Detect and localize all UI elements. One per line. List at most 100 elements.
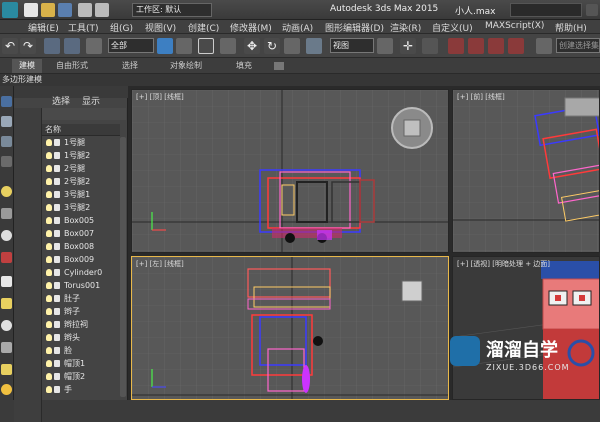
menu-customize[interactable]: 自定义(U) [432,21,473,34]
helper-tool-icon[interactable] [1,230,12,241]
menu-animation[interactable]: 动画(A) [282,21,313,34]
object-visibility-icon[interactable] [54,360,60,367]
link-icon[interactable] [44,38,60,54]
sun-tool-icon[interactable] [1,384,12,395]
cone-tool-icon[interactable] [1,364,12,375]
light-bulb-icon[interactable] [46,165,52,172]
window-crossing-icon[interactable] [220,38,236,54]
undo-icon[interactable] [78,3,92,17]
light-bulb-icon[interactable] [46,386,52,393]
light-bulb-icon[interactable] [46,204,52,211]
undo-arrow-icon[interactable]: ↶ [2,38,18,54]
light-bulb-icon[interactable] [46,347,52,354]
light-bulb-icon[interactable] [46,321,52,328]
menu-group[interactable]: 组(G) [110,21,133,34]
reference-coordinate-select[interactable]: 视图 [330,38,374,53]
ribbon-tab-populate[interactable]: 填充 [236,59,252,73]
object-visibility-icon[interactable] [54,347,60,354]
rotate-icon[interactable]: ↻ [264,38,280,54]
named-selection-set-select[interactable]: 创建选择集 [556,38,600,53]
window-control-icon[interactable] [586,4,598,16]
move-icon[interactable]: ✥ [244,38,260,54]
list-item[interactable]: 3号腿2 [42,202,122,214]
list-item[interactable]: 1号腿2 [42,150,122,162]
light-bulb-icon[interactable] [46,269,52,276]
menu-rendering[interactable]: 渲染(R) [390,21,421,34]
shape-tool-icon[interactable] [1,252,12,263]
bind-spacewarp-icon[interactable] [86,38,102,54]
menu-edit[interactable]: 编辑(E) [28,21,59,34]
light-bulb-icon[interactable] [46,152,52,159]
keyboard-shortcut-icon[interactable] [422,38,438,54]
list-item[interactable]: 3号腿1 [42,189,122,201]
menu-tools[interactable]: 工具(T) [68,21,99,34]
list-item[interactable]: 2号腿 [42,163,122,175]
hierarchy-tool-icon[interactable] [1,156,12,167]
viewport-front[interactable]: [+] [前] [线框] [452,89,600,253]
rectangle-selection-icon[interactable] [198,38,214,54]
viewport-top-label[interactable]: [+] [顶] [线框] [136,92,184,102]
edit-named-selection-icon[interactable] [536,38,552,54]
spinner-snap-icon[interactable] [508,38,524,54]
selection-filter-select[interactable]: 全部 [108,38,154,53]
list-item[interactable]: Cylinder0 [42,267,122,279]
snap-toggle-icon[interactable] [448,38,464,54]
light-bulb-icon[interactable] [46,334,52,341]
list-item[interactable]: Torus001 [42,280,122,292]
viewport-left[interactable]: [+] [左] [线框] [131,256,449,400]
object-visibility-icon[interactable] [54,230,60,237]
light-bulb-icon[interactable] [46,295,52,302]
light-bulb-icon[interactable] [46,217,52,224]
light-bulb-icon[interactable] [46,373,52,380]
sphere-tool-icon[interactable] [1,320,12,331]
object-visibility-icon[interactable] [54,386,60,393]
object-visibility-icon[interactable] [54,321,60,328]
list-item[interactable]: 辫头 [42,332,122,344]
select-by-name-icon[interactable] [176,38,192,54]
object-visibility-icon[interactable] [54,373,60,380]
geometry-tool-icon[interactable] [1,276,12,287]
viewport-top[interactable]: [+] [顶] [线框] [131,89,449,253]
object-visibility-icon[interactable] [54,191,60,198]
light-bulb-icon[interactable] [46,243,52,250]
menu-graph-editors[interactable]: 图形编辑器(D) [325,21,384,34]
menu-modifiers[interactable]: 修改器(M) [230,21,272,34]
light-bulb-icon[interactable] [46,308,52,315]
bone-tool-icon[interactable] [1,342,12,353]
object-visibility-icon[interactable] [54,217,60,224]
workspace-select[interactable]: 工作区: 默认 [132,3,212,17]
app-logo-icon[interactable] [2,2,18,18]
list-scrollbar[interactable] [120,137,126,397]
list-item[interactable]: 1号腿 [42,137,122,149]
list-item[interactable]: 帽顶2 [42,371,122,383]
list-item[interactable]: Box009 [42,254,122,266]
light-bulb-icon[interactable] [46,230,52,237]
layer-tool-icon[interactable] [1,136,12,147]
object-visibility-icon[interactable] [54,295,60,302]
list-item[interactable]: 辫子 [42,306,122,318]
menu-views[interactable]: 视图(V) [145,21,176,34]
list-item[interactable]: 肚子 [42,293,122,305]
particle-tool-icon[interactable] [1,298,12,309]
ribbon-tab-object-paint[interactable]: 对象绘制 [170,59,202,73]
list-item[interactable]: 脸 [42,345,122,357]
list-item[interactable]: 帽顶1 [42,358,122,370]
camera-tool-icon[interactable] [1,208,12,219]
viewport-perspective-label[interactable]: [+] [透视] [明暗处理 + 边面] [457,259,550,269]
light-bulb-icon[interactable] [46,191,52,198]
object-visibility-icon[interactable] [54,334,60,341]
scene-tab-display[interactable]: 显示 [82,94,100,107]
percent-snap-icon[interactable] [488,38,504,54]
column-header-name[interactable]: 名称 [42,124,120,136]
redo-arrow-icon[interactable]: ↷ [20,38,36,54]
ribbon-tab-freeform[interactable]: 自由形式 [56,59,88,73]
list-item[interactable]: Box008 [42,241,122,253]
display-tool-icon[interactable] [1,116,12,127]
ribbon-options-icon[interactable] [274,62,284,70]
select-tool-icon[interactable] [1,96,12,107]
light-bulb-icon[interactable] [46,256,52,263]
open-file-icon[interactable] [41,3,55,17]
object-visibility-icon[interactable] [54,204,60,211]
object-visibility-icon[interactable] [54,165,60,172]
angle-snap-icon[interactable] [468,38,484,54]
